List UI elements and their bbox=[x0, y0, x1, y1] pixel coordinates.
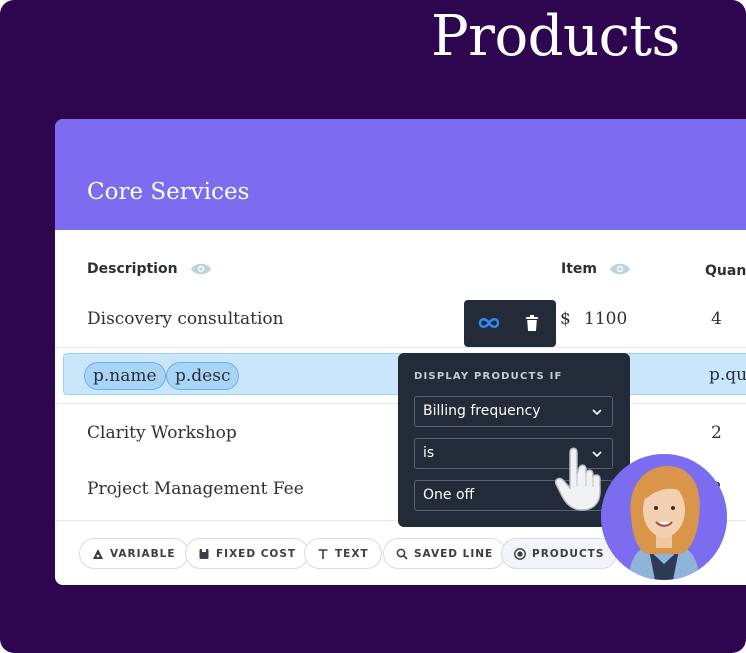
row-toolbar bbox=[464, 300, 556, 347]
add-products-button[interactable]: PRODUCTS bbox=[501, 538, 618, 569]
add-variable-button[interactable]: VARIABLE bbox=[79, 538, 189, 569]
column-header-item-label: Item bbox=[561, 261, 597, 277]
row-quantity[interactable]: 4 bbox=[711, 309, 722, 329]
row-divider bbox=[55, 347, 746, 348]
row-currency: $ bbox=[560, 309, 571, 329]
section-header: Core Services bbox=[55, 119, 746, 230]
search-icon bbox=[396, 548, 408, 560]
condition-value: One off bbox=[423, 487, 475, 503]
eye-icon[interactable] bbox=[190, 262, 212, 276]
tag-icon bbox=[199, 548, 209, 559]
chevron-down-icon bbox=[592, 409, 602, 416]
avatar-portrait bbox=[601, 454, 727, 580]
section-title[interactable]: Core Services bbox=[87, 179, 249, 205]
app-frame: Products Core Services Description Item … bbox=[0, 0, 746, 653]
column-header-description: Description bbox=[87, 261, 212, 277]
add-fixed-cost-button[interactable]: FIXED COST bbox=[185, 538, 310, 569]
add-text-label: TEXT bbox=[335, 547, 369, 560]
page-title: Products bbox=[431, 4, 680, 69]
products-icon bbox=[514, 547, 526, 560]
add-fixed-cost-label: FIXED COST bbox=[216, 547, 297, 560]
variable-icon bbox=[93, 548, 103, 559]
condition-field-value: Billing frequency bbox=[423, 403, 541, 419]
variable-chip-desc[interactable]: p.desc bbox=[166, 362, 240, 390]
pointer-hand-icon bbox=[554, 447, 601, 511]
row-description[interactable]: Clarity Workshop bbox=[87, 423, 237, 443]
row-description[interactable]: Project Management Fee bbox=[87, 479, 304, 499]
selected-row-quantity-variable[interactable]: p.qu bbox=[709, 365, 746, 385]
text-icon bbox=[318, 548, 328, 559]
add-products-label: PRODUCTS bbox=[532, 547, 605, 560]
column-header-item: Item bbox=[561, 261, 631, 277]
add-saved-line-button[interactable]: SAVED LINE bbox=[383, 538, 507, 569]
add-saved-line-label: SAVED LINE bbox=[414, 547, 494, 560]
infinity-icon bbox=[478, 318, 500, 328]
condition-operator-value: is bbox=[423, 445, 435, 461]
delete-button[interactable] bbox=[519, 312, 545, 334]
add-text-button[interactable]: TEXT bbox=[304, 538, 382, 569]
popover-title: DISPLAY PRODUCTS IF bbox=[414, 371, 563, 382]
column-header-description-label: Description bbox=[87, 261, 178, 277]
eye-icon[interactable] bbox=[609, 262, 631, 276]
link-button[interactable] bbox=[476, 312, 502, 334]
condition-field-select[interactable]: Billing frequency bbox=[414, 396, 613, 427]
row-description[interactable]: Discovery consultation bbox=[87, 309, 284, 329]
row-price[interactable]: 1100 bbox=[584, 309, 627, 329]
add-variable-label: VARIABLE bbox=[110, 547, 176, 560]
trash-icon bbox=[526, 314, 538, 331]
variable-chip-name[interactable]: p.name bbox=[84, 362, 166, 390]
row-quantity[interactable]: 2 bbox=[711, 423, 722, 443]
column-header-quantity: Quan bbox=[705, 263, 746, 279]
avatar bbox=[601, 454, 727, 580]
